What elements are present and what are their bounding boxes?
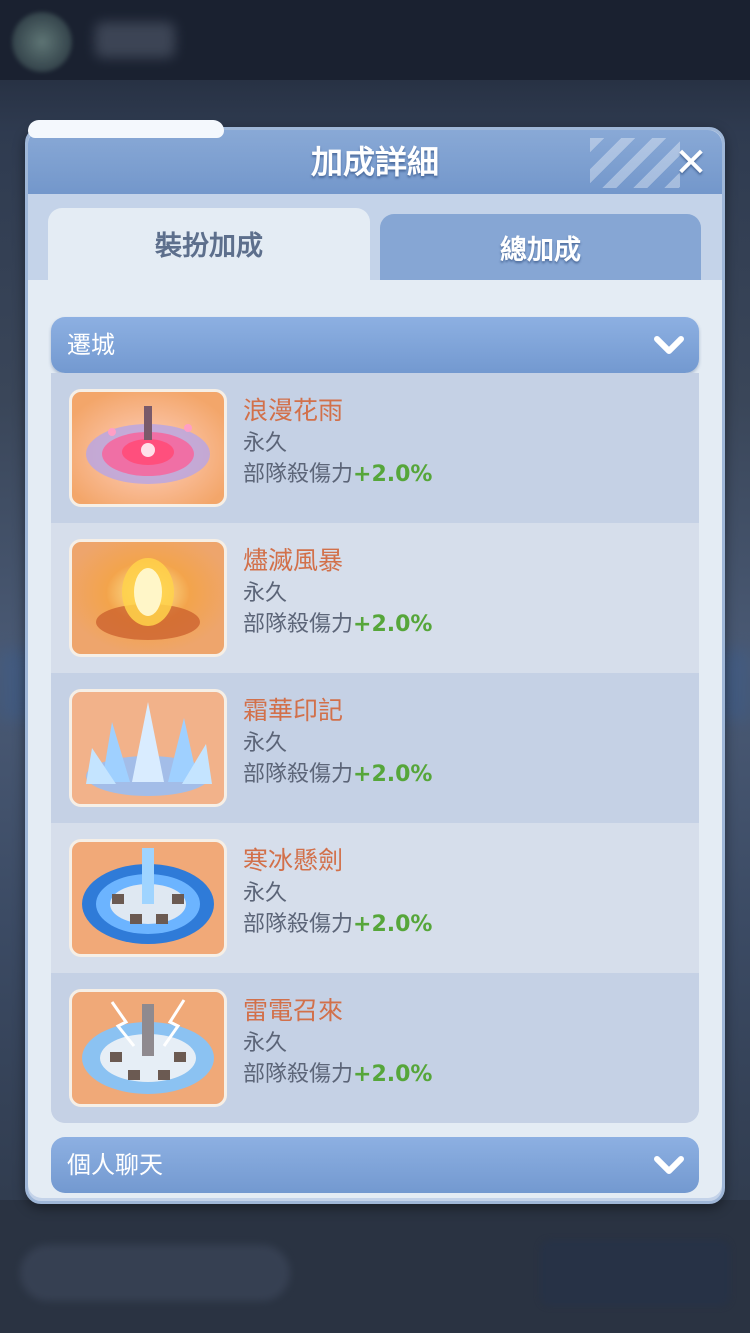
- skin-name: 雷電召來: [243, 996, 344, 1025]
- section-label: 遷城: [67, 331, 115, 359]
- skin-name: 浪漫花雨: [243, 396, 344, 425]
- chevron-down-icon: [654, 336, 684, 354]
- section-label: 個人聊天: [67, 1151, 163, 1179]
- effect-label: 部隊殺傷力: [243, 1062, 354, 1087]
- list-item[interactable]: 浪漫花雨 永久 部隊殺傷力+2.0%: [51, 373, 699, 523]
- background-title: [95, 22, 175, 58]
- skin-duration: 永久: [243, 431, 288, 456]
- skin-thumbnail-ice-sword: [69, 839, 227, 957]
- effect-label: 部隊殺傷力: [243, 462, 354, 487]
- skin-effect: 部隊殺傷力+2.0%: [243, 1056, 432, 1088]
- skin-thumbnail-storm: [69, 539, 227, 657]
- skin-effect: 部隊殺傷力+2.0%: [243, 756, 432, 788]
- skin-effect: 部隊殺傷力+2.0%: [243, 456, 432, 488]
- skin-thumbnail-frost: [69, 689, 227, 807]
- effect-label: 部隊殺傷力: [243, 762, 354, 787]
- tab-total-bonus[interactable]: 總加成: [380, 214, 701, 280]
- skin-thumbnail-thunder: [69, 989, 227, 1107]
- skin-list: 浪漫花雨 永久 部隊殺傷力+2.0% 燼滅風暴 永久 部隊殺傷力+2.0% 霜華…: [51, 373, 699, 1123]
- effect-value: +2.0%: [353, 1062, 433, 1087]
- effect-label: 部隊殺傷力: [243, 912, 354, 937]
- list-item[interactable]: 雷電召來 永久 部隊殺傷力+2.0%: [51, 973, 699, 1123]
- close-icon[interactable]: ✕: [668, 140, 714, 186]
- list-item[interactable]: 寒冰懸劍 永久 部隊殺傷力+2.0%: [51, 823, 699, 973]
- list-item[interactable]: 霜華印記 永久 部隊殺傷力+2.0%: [51, 673, 699, 823]
- skin-name: 寒冰懸劍: [243, 846, 344, 875]
- effect-value: +2.0%: [353, 612, 433, 637]
- list-item[interactable]: 燼滅風暴 永久 部隊殺傷力+2.0%: [51, 523, 699, 673]
- tab-panel: 遷城 浪漫花雨 永久 部隊殺傷力+2.0% 燼滅風暴 永久 部隊殺傷力+2.0%…: [28, 280, 722, 1198]
- background-avatar: [12, 12, 72, 72]
- skin-effect: 部隊殺傷力+2.0%: [243, 906, 432, 938]
- section-header-relocation[interactable]: 遷城: [51, 317, 699, 373]
- section-header-private-chat[interactable]: 個人聊天: [51, 1137, 699, 1193]
- chevron-down-icon: [654, 1156, 684, 1174]
- skin-duration: 永久: [243, 881, 288, 906]
- snow-decoration: [28, 120, 224, 138]
- background-pill: [20, 1245, 290, 1301]
- dialog-title: 加成詳細: [310, 143, 439, 181]
- skin-name: 燼滅風暴: [243, 546, 344, 575]
- effect-value: +2.0%: [353, 762, 433, 787]
- skin-duration: 永久: [243, 731, 288, 756]
- background-button: [540, 1240, 730, 1306]
- skin-duration: 永久: [243, 581, 288, 606]
- skin-effect: 部隊殺傷力+2.0%: [243, 606, 432, 638]
- effect-value: +2.0%: [353, 912, 433, 937]
- effect-value: +2.0%: [353, 462, 433, 487]
- skin-name: 霜華印記: [243, 696, 344, 725]
- skin-duration: 永久: [243, 1031, 288, 1056]
- tab-outfit-bonus[interactable]: 裝扮加成: [48, 208, 370, 280]
- effect-label: 部隊殺傷力: [243, 612, 354, 637]
- skin-thumbnail-rose: [69, 389, 227, 507]
